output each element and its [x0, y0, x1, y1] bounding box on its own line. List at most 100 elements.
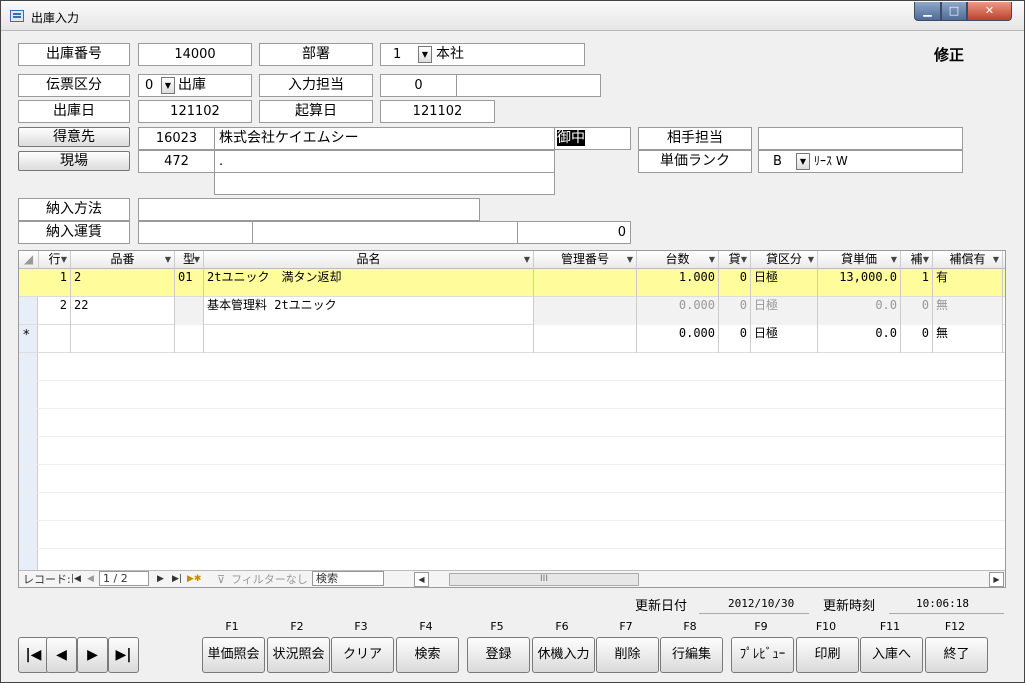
cell-kanri[interactable] — [534, 269, 637, 297]
busho-combo[interactable]: 1 ▼ 本社 — [380, 43, 585, 66]
tokuisaki-name-field[interactable]: 株式会社ケイエムシー — [214, 127, 555, 150]
chevron-down-icon[interactable]: ▼ — [194, 251, 200, 268]
table-row[interactable]: 2 22 基本管理料 2tユニック 0.000 0 日極 0.0 0 無 — [19, 297, 1005, 325]
new-record-icon[interactable]: ▶✱ — [187, 571, 201, 587]
chevron-down-icon[interactable]: ▼ — [993, 251, 999, 268]
new-record-row[interactable]: * 0.000 0 日極 0.0 0 無 — [19, 325, 1005, 353]
cell-kashi[interactable]: 0 — [719, 325, 751, 353]
cell-tanka[interactable]: 0.0 — [818, 297, 901, 325]
col-header-kanri[interactable]: 管理番号 ▼ — [534, 251, 637, 269]
clear-button[interactable]: クリア — [331, 637, 394, 673]
cell-hinmei[interactable]: 基本管理料 2tユニック — [204, 297, 534, 325]
chevron-down-icon[interactable]: ▼ — [808, 251, 814, 268]
cell-hinban[interactable] — [71, 325, 175, 353]
horizontal-scrollbar[interactable]: III — [449, 573, 639, 586]
genba-button[interactable]: 現場 — [18, 151, 130, 171]
chevron-down-icon[interactable]: ▼ — [923, 251, 929, 268]
scroll-right-icon[interactable]: ▶ — [989, 572, 1004, 587]
genba-code-field[interactable]: 472 — [138, 150, 215, 173]
chevron-down-icon[interactable]: ▼ — [418, 46, 432, 63]
cell-hinban[interactable]: 2 — [71, 269, 175, 297]
cell-kashi[interactable]: 0 — [719, 297, 751, 325]
col-header-kubun[interactable]: 貸区分 ▼ — [751, 251, 818, 269]
next-record-icon[interactable]: ▶ — [157, 571, 164, 587]
cell-hosho[interactable]: 無 — [933, 325, 1003, 353]
cell-kashi[interactable]: 0 — [719, 269, 751, 297]
cell-tanka[interactable]: 13,000.0 — [818, 269, 901, 297]
col-header-hinban[interactable]: 品番 ▼ — [71, 251, 175, 269]
unchin-field-b[interactable] — [252, 221, 518, 244]
last-record-icon[interactable]: ▶| — [172, 571, 182, 587]
tokuisaki-code-field[interactable]: 16023 — [138, 127, 215, 150]
cell-kata[interactable] — [175, 297, 204, 325]
chevron-down-icon[interactable]: ▼ — [165, 251, 171, 268]
prev-record-button[interactable]: ◀ — [46, 637, 77, 673]
cell-gyo[interactable] — [39, 325, 71, 353]
tokuisaki-button[interactable]: 得意先 — [18, 127, 130, 147]
aite-field[interactable] — [758, 127, 963, 150]
filter-icon[interactable]: ⊽ — [217, 571, 225, 587]
cell-daisu[interactable]: 1.000 — [637, 269, 719, 297]
minimize-button[interactable]: ▁ — [914, 2, 941, 21]
cell-daisu[interactable]: 0.000 — [637, 325, 719, 353]
genba-addr-field[interactable] — [214, 172, 555, 195]
to-nyuko-button[interactable]: 入庫へ — [860, 637, 923, 673]
close-button[interactable]: ✕ — [967, 2, 1012, 21]
unchin-amount-field[interactable]: 0 — [517, 221, 631, 244]
delete-button[interactable]: 削除 — [596, 637, 659, 673]
last-record-button[interactable]: ▶| — [108, 637, 139, 673]
shukko-no-field[interactable]: 14000 — [138, 43, 252, 66]
cell-ho[interactable]: 1 — [901, 269, 933, 297]
shukko-date-field[interactable]: 121102 — [138, 100, 252, 123]
cell-hosho[interactable]: 有 — [933, 269, 1003, 297]
cell-hinban[interactable]: 22 — [71, 297, 175, 325]
exit-button[interactable]: 終了 — [925, 637, 988, 673]
denpyo-combo[interactable]: 0 ▼ 出庫 — [138, 74, 252, 97]
cell-kubun[interactable]: 日極 — [751, 269, 818, 297]
col-header-hosho[interactable]: 補償有 ▼ — [933, 251, 1003, 269]
cell-hinmei[interactable]: 2tユニック 満タン返却 — [204, 269, 534, 297]
chevron-down-icon[interactable]: ▼ — [161, 77, 175, 94]
cell-kanri[interactable] — [534, 325, 637, 353]
cell-ho[interactable]: 0 — [901, 325, 933, 353]
cell-kubun[interactable]: 日極 — [751, 297, 818, 325]
cell-gyo[interactable]: 1 — [39, 269, 71, 297]
col-header-gyo[interactable]: 行 ▼ — [39, 251, 71, 269]
first-record-icon[interactable]: |◀ — [71, 571, 81, 587]
chevron-down-icon[interactable]: ▼ — [524, 251, 530, 268]
rank-combo[interactable]: B ▼ ﾘｰｽ W — [758, 150, 963, 173]
register-button[interactable]: 登録 — [467, 637, 530, 673]
search-input[interactable]: 検索 — [312, 571, 384, 586]
honorific-field[interactable]: 御中 — [554, 127, 631, 150]
col-header-daisu[interactable]: 台数 ▼ — [637, 251, 719, 269]
chevron-down-icon[interactable]: ▼ — [627, 251, 633, 268]
nyuryoku-code-field[interactable]: 0 — [380, 74, 457, 97]
cell-daisu[interactable]: 0.000 — [637, 297, 719, 325]
chevron-down-icon[interactable]: ▼ — [796, 153, 810, 170]
col-header-kashi[interactable]: 貸 ▼ — [719, 251, 751, 269]
filter-label[interactable]: フィルターなし — [231, 571, 308, 587]
col-header-hinmei[interactable]: 品名 ▼ — [204, 251, 534, 269]
select-all-corner[interactable]: ◢ — [19, 251, 39, 269]
genba-name-field[interactable]: . — [214, 150, 555, 173]
cell-kata[interactable] — [175, 325, 204, 353]
cell-kata[interactable]: 01 — [175, 269, 204, 297]
chevron-down-icon[interactable]: ▼ — [61, 251, 67, 268]
cell-hinmei[interactable] — [204, 325, 534, 353]
cell-gyo[interactable]: 2 — [39, 297, 71, 325]
cell-ho[interactable]: 0 — [901, 297, 933, 325]
prev-record-icon[interactable]: ◀ — [87, 571, 94, 587]
preview-button[interactable]: ﾌﾟﾚﾋﾞｭｰ — [731, 637, 794, 673]
unchin-field-a[interactable] — [138, 221, 253, 244]
col-header-tanka[interactable]: 貸単価 ▼ — [818, 251, 901, 269]
cell-kanri[interactable] — [534, 297, 637, 325]
table-row[interactable]: 1 2 01 2tユニック 満タン返却 1.000 0 日極 13,000.0 … — [19, 269, 1005, 297]
maximize-button[interactable]: □ — [941, 2, 967, 21]
record-position-input[interactable]: 1 / 2 — [99, 571, 149, 586]
tanka-shokai-button[interactable]: 単価照会 — [202, 637, 265, 673]
first-record-button[interactable]: |◀ — [18, 637, 49, 673]
col-header-ho[interactable]: 補 ▼ — [901, 251, 933, 269]
chevron-down-icon[interactable]: ▼ — [709, 251, 715, 268]
search-button[interactable]: 検索 — [396, 637, 459, 673]
next-record-button[interactable]: ▶ — [77, 637, 108, 673]
